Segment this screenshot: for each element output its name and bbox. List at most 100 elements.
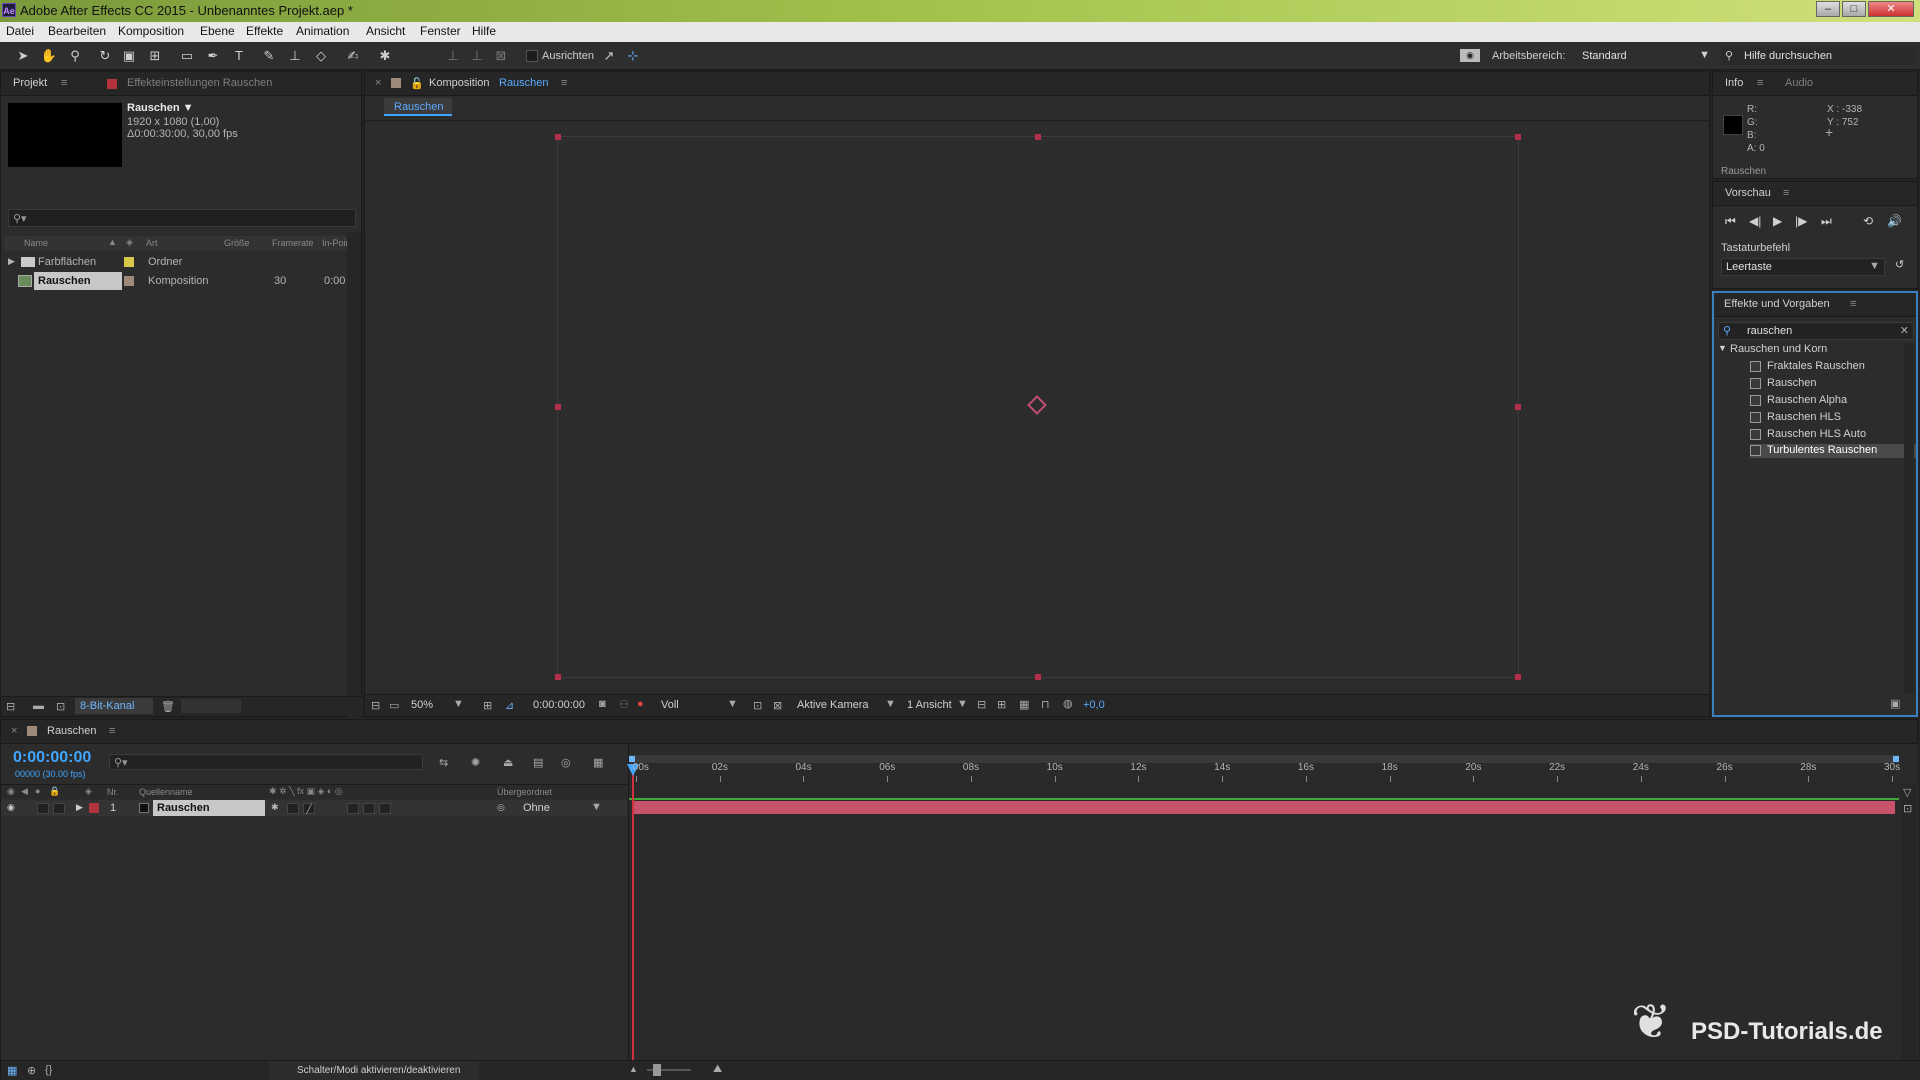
- previous-frame-icon[interactable]: ◀|: [1749, 214, 1761, 228]
- switch-toggle[interactable]: [347, 803, 359, 814]
- tab-audio[interactable]: Audio: [1785, 77, 1813, 89]
- panel-menu-icon[interactable]: ≡: [1757, 77, 1763, 89]
- zoom-dropdown[interactable]: 50% ▼: [411, 697, 467, 713]
- transform-handle[interactable]: [1035, 674, 1041, 680]
- comp-timecode[interactable]: 0:00:00:00: [533, 699, 585, 711]
- tab-effect-controls[interactable]: Effekteinstellungen Rauschen: [127, 77, 272, 89]
- effects-search-input[interactable]: ⚲ rauschen ✕: [1718, 322, 1914, 340]
- close-icon[interactable]: ×: [11, 725, 17, 737]
- project-scrollbar[interactable]: [347, 232, 361, 776]
- tab-composition[interactable]: Komposition: [429, 77, 490, 89]
- pick-whip-icon[interactable]: ◎: [497, 802, 505, 813]
- reset-icon[interactable]: ↺: [1895, 258, 1904, 271]
- minimize-button[interactable]: –: [1816, 1, 1840, 17]
- transform-handle[interactable]: [1035, 134, 1041, 140]
- label-color[interactable]: [124, 276, 134, 286]
- world-axis-icon[interactable]: ⊥: [468, 47, 486, 65]
- effects-title[interactable]: Effekte und Vorgaben: [1724, 298, 1830, 310]
- in-out-icon[interactable]: {}: [45, 1064, 52, 1076]
- col-size[interactable]: Größe: [224, 238, 250, 248]
- rotate-tool-icon[interactable]: ↻: [96, 47, 114, 65]
- panel-menu-icon[interactable]: ≡: [1783, 187, 1789, 199]
- timeline-icon[interactable]: ▦: [1019, 698, 1029, 711]
- transform-handle[interactable]: [1515, 674, 1521, 680]
- expand-arrow-icon[interactable]: ▼: [1718, 343, 1727, 353]
- touch-icon[interactable]: ◉: [1460, 49, 1480, 62]
- views-dropdown[interactable]: 1 Ansicht ▼: [907, 697, 973, 713]
- last-frame-icon[interactable]: ⏭: [1821, 214, 1832, 229]
- transform-handle[interactable]: [1515, 134, 1521, 140]
- table-row[interactable]: ◉ ▶ 1 Rauschen ✱ ╱ ◎ Ohne ▼: [1, 800, 627, 816]
- bit-depth-button[interactable]: 8-Bit-Kanal: [75, 698, 153, 714]
- expand-arrow-icon[interactable]: ▶: [8, 256, 15, 267]
- effects-category[interactable]: ▼ Rauschen und Korn: [1718, 343, 1908, 357]
- loop-icon[interactable]: ⟲: [1863, 214, 1873, 228]
- col-nr[interactable]: Nr.: [107, 787, 119, 797]
- effect-item-selected[interactable]: Turbulentes Rauschen: [1750, 444, 1916, 458]
- effect-item[interactable]: Fraktales Rauschen: [1750, 360, 1900, 374]
- zoom-slider-thumb[interactable]: [653, 1064, 661, 1076]
- show-snapshot-icon[interactable]: ⚇: [619, 698, 629, 711]
- zoom-out-icon[interactable]: ▲: [629, 1064, 638, 1074]
- fast-preview-icon[interactable]: ⊞: [997, 698, 1006, 711]
- col-type[interactable]: Art: [146, 238, 158, 248]
- comp-marker-icon[interactable]: ▽: [1903, 786, 1911, 799]
- new-preset-icon[interactable]: ▣: [1890, 697, 1900, 710]
- layer-duration-bar[interactable]: [633, 801, 1895, 814]
- effect-item[interactable]: Rauschen: [1750, 377, 1900, 391]
- snap-options-icon[interactable]: ⊹: [624, 47, 642, 65]
- pen-tool-icon[interactable]: ✒: [204, 47, 222, 65]
- menu-fenster[interactable]: Fenster: [420, 24, 461, 38]
- solo-icon[interactable]: ●: [35, 786, 40, 796]
- expand-arrow-icon[interactable]: ▶: [76, 802, 83, 813]
- workspace-dropdown[interactable]: Standard ▼: [1580, 47, 1712, 65]
- maximize-button[interactable]: □: [1842, 1, 1866, 17]
- effect-item[interactable]: Rauschen HLS: [1750, 411, 1900, 425]
- transform-handle[interactable]: [555, 404, 561, 410]
- list-item[interactable]: ▶ Farbflächen Ordner ⊓: [4, 253, 355, 271]
- project-search-input[interactable]: ⚲▾: [8, 209, 356, 227]
- camera-tool-icon[interactable]: ▣: [120, 47, 138, 65]
- solo-toggle[interactable]: [37, 803, 49, 814]
- channel-icon[interactable]: ●: [637, 698, 644, 710]
- flowchart-icon[interactable]: ⊓: [1041, 698, 1050, 711]
- brush-tool-icon[interactable]: ✎: [260, 47, 278, 65]
- menu-effekte[interactable]: Effekte: [246, 24, 283, 38]
- switch-toggle[interactable]: [363, 803, 375, 814]
- trash-icon[interactable]: 🗑: [161, 700, 175, 713]
- eye-icon[interactable]: ◉: [7, 802, 15, 813]
- menu-datei[interactable]: Datei: [6, 24, 34, 38]
- effect-item[interactable]: Rauschen HLS Auto: [1750, 428, 1900, 442]
- local-axis-icon[interactable]: ⊥: [444, 47, 462, 65]
- panel-menu-icon[interactable]: ≡: [561, 77, 567, 89]
- new-folder-icon[interactable]: ▬: [33, 700, 44, 712]
- sort-ascending-icon[interactable]: ▲: [108, 237, 117, 247]
- comp-mini-flowchart-icon[interactable]: ⇆: [439, 756, 448, 769]
- exposure-value[interactable]: +0,0: [1083, 699, 1105, 711]
- rectangle-tool-icon[interactable]: ▭: [178, 47, 196, 65]
- panel-menu-icon[interactable]: ≡: [61, 77, 67, 89]
- parent-dropdown[interactable]: Ohne ▼: [515, 801, 605, 815]
- eye-icon[interactable]: ◉: [7, 786, 15, 797]
- current-time-indicator[interactable]: [632, 764, 634, 1080]
- toggle-pixel-icon[interactable]: ⊟: [977, 698, 986, 711]
- work-area-bar[interactable]: [629, 755, 1899, 763]
- effects-scrollbar[interactable]: [1904, 343, 1914, 693]
- timeline-search-input[interactable]: ⚲▾: [109, 754, 423, 770]
- toggle-switches-modes-button[interactable]: Schalter/Modi aktivieren/deaktivieren: [269, 1061, 479, 1080]
- menu-hilfe[interactable]: Hilfe: [472, 24, 496, 38]
- snapshot-icon[interactable]: ◙: [599, 698, 606, 710]
- close-icon[interactable]: ×: [375, 77, 381, 89]
- region-of-interest-icon[interactable]: ⊡: [753, 699, 762, 712]
- layer-label-color[interactable]: [89, 803, 99, 813]
- checkerboard-icon[interactable]: ⊠: [773, 699, 782, 712]
- zoom-tool-icon[interactable]: ⚲: [66, 47, 84, 65]
- align-checkbox[interactable]: [526, 50, 538, 62]
- shy-icon[interactable]: ⏏: [503, 756, 513, 769]
- motion-blur-icon[interactable]: ◎: [561, 756, 571, 769]
- first-frame-icon[interactable]: ⏮: [1725, 214, 1736, 229]
- label-color-yellow[interactable]: [124, 257, 134, 267]
- col-source-name[interactable]: Quellenname: [139, 787, 193, 797]
- region-icon[interactable]: ▭: [389, 699, 399, 712]
- col-name[interactable]: Name: [24, 238, 48, 248]
